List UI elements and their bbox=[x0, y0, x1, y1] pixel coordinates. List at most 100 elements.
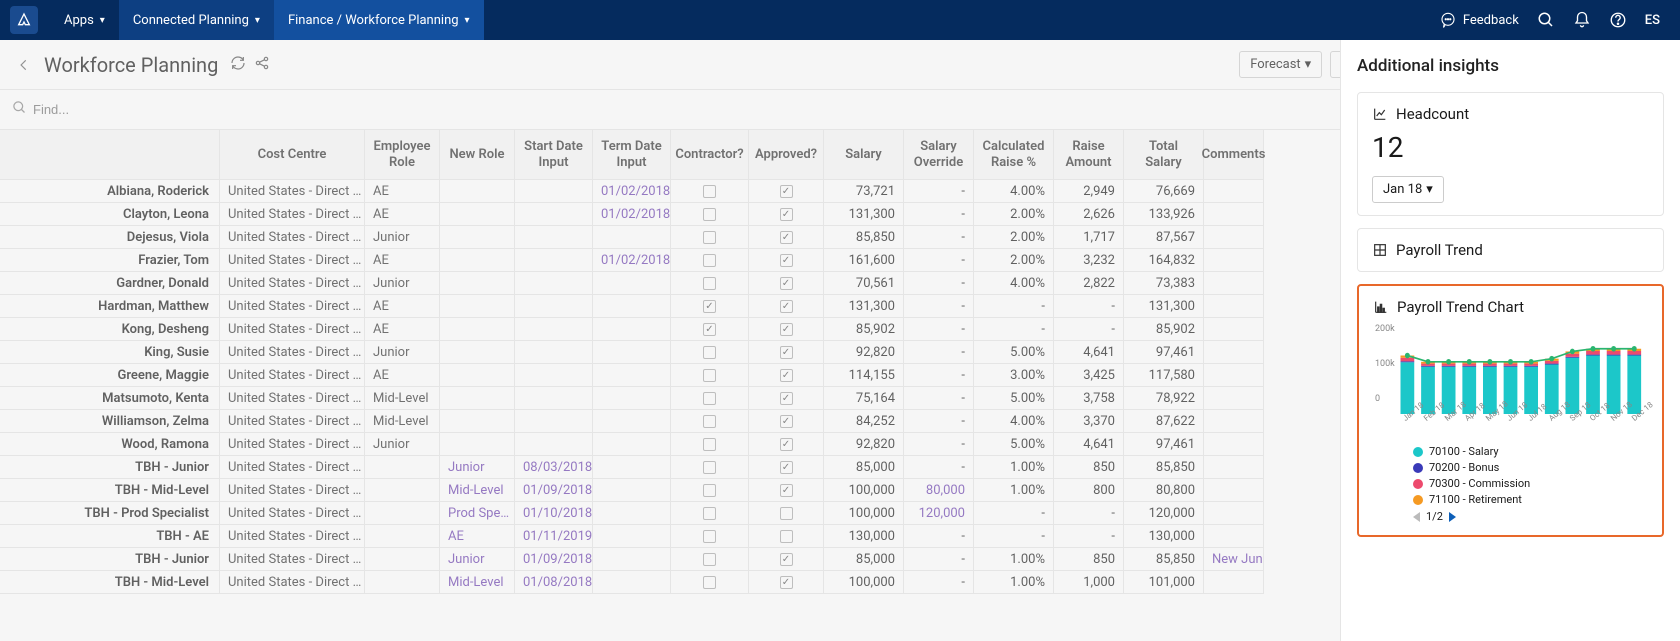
cell-name[interactable]: Kong, Desheng bbox=[0, 318, 220, 341]
checkbox[interactable] bbox=[703, 530, 716, 543]
cell-total-salary[interactable]: 117,580 bbox=[1124, 364, 1204, 387]
checkbox[interactable] bbox=[703, 254, 716, 267]
cell-name[interactable]: TBH - Prod Specialist bbox=[0, 502, 220, 525]
cell-salary[interactable]: 131,300 bbox=[824, 295, 904, 318]
checkbox[interactable] bbox=[780, 576, 793, 589]
column-header[interactable]: Term Date Input bbox=[593, 130, 671, 180]
cell-new-role[interactable]: Junior bbox=[440, 548, 515, 571]
cell-salary-override[interactable]: - bbox=[904, 203, 974, 226]
cell-raise-amount[interactable]: 3,758 bbox=[1054, 387, 1124, 410]
cell-total-salary[interactable]: 87,622 bbox=[1124, 410, 1204, 433]
column-header[interactable] bbox=[0, 130, 220, 180]
cell-salary[interactable]: 75,164 bbox=[824, 387, 904, 410]
cell-raise-amount[interactable]: 800 bbox=[1054, 479, 1124, 502]
cell-comment[interactable] bbox=[1204, 180, 1264, 203]
cell-salary-override[interactable]: - bbox=[904, 433, 974, 456]
cell-salary[interactable]: 73,721 bbox=[824, 180, 904, 203]
cell-raise-amount[interactable]: 2,822 bbox=[1054, 272, 1124, 295]
cell-comment[interactable] bbox=[1204, 571, 1264, 594]
cell-total-salary[interactable]: 85,850 bbox=[1124, 456, 1204, 479]
cell-total-salary[interactable]: 164,832 bbox=[1124, 249, 1204, 272]
cell-salary-override[interactable]: - bbox=[904, 525, 974, 548]
cell-total-salary[interactable]: 87,567 bbox=[1124, 226, 1204, 249]
cell-raise-pct[interactable]: 2.00% bbox=[974, 249, 1054, 272]
cell-cost-centre[interactable]: United States - Direct … bbox=[220, 318, 365, 341]
checkbox[interactable] bbox=[703, 231, 716, 244]
cell-salary[interactable]: 100,000 bbox=[824, 502, 904, 525]
cell-comment[interactable] bbox=[1204, 318, 1264, 341]
cell-start-date[interactable] bbox=[515, 226, 593, 249]
checkbox[interactable] bbox=[780, 392, 793, 405]
cell-contractor[interactable] bbox=[671, 341, 749, 364]
checkbox[interactable] bbox=[780, 461, 793, 474]
cell-comment[interactable] bbox=[1204, 502, 1264, 525]
cell-raise-amount[interactable]: 1,000 bbox=[1054, 571, 1124, 594]
cell-salary-override[interactable]: 120,000 bbox=[904, 502, 974, 525]
cell-role[interactable] bbox=[365, 571, 440, 594]
month-dropdown[interactable]: Jan 18▾ bbox=[1372, 176, 1444, 203]
cell-total-salary[interactable]: 76,669 bbox=[1124, 180, 1204, 203]
cell-contractor[interactable] bbox=[671, 180, 749, 203]
cell-comment[interactable] bbox=[1204, 479, 1264, 502]
cell-name[interactable]: Wood, Ramona bbox=[0, 433, 220, 456]
cell-salary[interactable]: 85,850 bbox=[824, 226, 904, 249]
cell-approved[interactable] bbox=[749, 387, 824, 410]
bell-icon[interactable] bbox=[1573, 11, 1591, 29]
cell-approved[interactable] bbox=[749, 249, 824, 272]
cell-role[interactable]: AE bbox=[365, 295, 440, 318]
cell-cost-centre[interactable]: United States - Direct … bbox=[220, 295, 365, 318]
cell-comment[interactable] bbox=[1204, 387, 1264, 410]
cell-term-date[interactable] bbox=[593, 456, 671, 479]
cell-start-date[interactable]: 01/10/2018 bbox=[515, 502, 593, 525]
cell-contractor[interactable] bbox=[671, 249, 749, 272]
cell-new-role[interactable] bbox=[440, 295, 515, 318]
cell-role[interactable]: Mid-Level bbox=[365, 387, 440, 410]
cell-name[interactable]: Williamson, Zelma bbox=[0, 410, 220, 433]
cell-term-date[interactable] bbox=[593, 410, 671, 433]
cell-role[interactable] bbox=[365, 502, 440, 525]
cell-salary-override[interactable]: - bbox=[904, 410, 974, 433]
user-avatar[interactable]: ES bbox=[1645, 13, 1660, 28]
cell-salary-override[interactable]: - bbox=[904, 295, 974, 318]
cell-term-date[interactable] bbox=[593, 272, 671, 295]
cell-contractor[interactable] bbox=[671, 364, 749, 387]
search-icon[interactable] bbox=[1537, 11, 1555, 29]
cell-contractor[interactable] bbox=[671, 479, 749, 502]
cell-total-salary[interactable]: 73,383 bbox=[1124, 272, 1204, 295]
checkbox[interactable] bbox=[703, 346, 716, 359]
checkbox[interactable] bbox=[780, 208, 793, 221]
cell-comment[interactable] bbox=[1204, 272, 1264, 295]
cell-new-role[interactable] bbox=[440, 341, 515, 364]
column-header[interactable]: Salary Override bbox=[904, 130, 974, 180]
cell-approved[interactable] bbox=[749, 479, 824, 502]
cell-start-date[interactable] bbox=[515, 180, 593, 203]
checkbox[interactable] bbox=[703, 277, 716, 290]
cell-total-salary[interactable]: 120,000 bbox=[1124, 502, 1204, 525]
checkbox[interactable] bbox=[780, 438, 793, 451]
cell-approved[interactable] bbox=[749, 502, 824, 525]
legend-item[interactable]: 70300 - Commission bbox=[1373, 477, 1648, 490]
cell-comment[interactable] bbox=[1204, 341, 1264, 364]
cell-raise-amount[interactable]: 4,641 bbox=[1054, 341, 1124, 364]
cell-total-salary[interactable]: 130,000 bbox=[1124, 525, 1204, 548]
cell-cost-centre[interactable]: United States - Direct … bbox=[220, 249, 365, 272]
cell-cost-centre[interactable]: United States - Direct … bbox=[220, 571, 365, 594]
cell-term-date[interactable] bbox=[593, 341, 671, 364]
cell-contractor[interactable] bbox=[671, 456, 749, 479]
cell-salary-override[interactable]: - bbox=[904, 387, 974, 410]
cell-approved[interactable] bbox=[749, 272, 824, 295]
cell-new-role[interactable]: Mid-Level bbox=[440, 571, 515, 594]
cell-comment[interactable] bbox=[1204, 295, 1264, 318]
cell-cost-centre[interactable]: United States - Direct … bbox=[220, 456, 365, 479]
cell-contractor[interactable] bbox=[671, 272, 749, 295]
cell-raise-pct[interactable]: 1.00% bbox=[974, 548, 1054, 571]
cell-raise-pct[interactable]: - bbox=[974, 502, 1054, 525]
cell-raise-pct[interactable]: 5.00% bbox=[974, 433, 1054, 456]
cell-role[interactable]: AE bbox=[365, 364, 440, 387]
cell-new-role[interactable]: Prod Spe… bbox=[440, 502, 515, 525]
cell-name[interactable]: Gardner, Donald bbox=[0, 272, 220, 295]
cell-name[interactable]: Hardman, Matthew bbox=[0, 295, 220, 318]
column-header[interactable]: Raise Amount bbox=[1054, 130, 1124, 180]
checkbox[interactable] bbox=[703, 208, 716, 221]
cell-raise-pct[interactable]: 1.00% bbox=[974, 479, 1054, 502]
